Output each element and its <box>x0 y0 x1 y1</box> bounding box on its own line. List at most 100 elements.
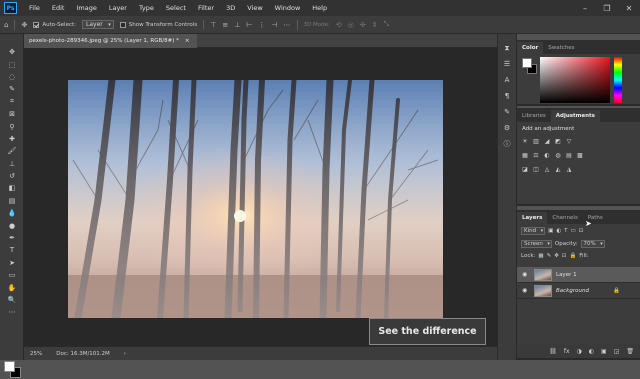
menu-select[interactable]: Select <box>160 4 192 12</box>
lock-pixels-icon[interactable]: ✎ <box>547 253 552 259</box>
auto-select-checkbox[interactable] <box>33 21 40 28</box>
close-button[interactable]: ✕ <box>618 4 640 13</box>
transform-controls-checkbox[interactable] <box>119 21 126 28</box>
brush-tool-icon[interactable]: 🖌 <box>0 145 24 157</box>
eyedropper-tool-icon[interactable]: ⚲ <box>0 120 24 132</box>
layer-name[interactable]: Layer 1 <box>556 272 577 278</box>
blur-tool-icon[interactable]: 💧 <box>0 207 24 219</box>
menu-file[interactable]: File <box>23 4 46 12</box>
menu-edit[interactable]: Edit <box>46 4 71 12</box>
3d-drag-icon[interactable]: ✣ <box>360 21 366 29</box>
auto-select-target-dropdown[interactable]: Layer <box>82 20 114 29</box>
new-layer-icon[interactable]: ◲ <box>614 348 620 355</box>
filter-type-icon[interactable]: T <box>564 228 567 234</box>
dodge-tool-icon[interactable]: ● <box>0 219 24 231</box>
delete-layer-icon[interactable]: 🗑 <box>626 348 634 355</box>
invert-icon[interactable]: ◪ <box>521 166 529 174</box>
history-brush-tool-icon[interactable]: ↺ <box>0 170 24 182</box>
move-tool-icon[interactable]: ✥ <box>0 46 24 58</box>
align-middle-icon[interactable]: ≡ <box>222 21 228 29</box>
filter-adjustment-icon[interactable]: ◐ <box>556 228 561 234</box>
zoom-tool-icon[interactable]: 🔍 <box>0 294 24 306</box>
filter-shape-icon[interactable]: ▭ <box>571 228 576 234</box>
path-selection-tool-icon[interactable]: ➤ <box>0 257 24 269</box>
crop-tool-icon[interactable]: ⌗ <box>0 96 24 108</box>
clone-stamp-tool-icon[interactable]: ⊥ <box>0 158 24 170</box>
rectangle-tool-icon[interactable]: ▭ <box>0 269 24 281</box>
hue-slider[interactable] <box>614 57 622 103</box>
gradient-tool-icon[interactable]: ▤ <box>0 195 24 207</box>
levels-icon[interactable]: ▥ <box>532 138 540 146</box>
document-tab[interactable]: pexels-photo-289346.jpeg @ 25% (Layer 1,… <box>24 34 198 48</box>
3d-scale-icon[interactable]: ⤡ <box>384 20 390 29</box>
black-white-icon[interactable]: ◐ <box>543 152 551 160</box>
color-swatches[interactable] <box>4 361 22 379</box>
align-right-icon[interactable]: ⊣ <box>271 21 277 29</box>
link-layers-icon[interactable]: ⛓ <box>549 348 557 355</box>
character-panel-icon[interactable]: A <box>498 72 516 88</box>
photo-filter-icon[interactable]: ◍ <box>554 152 562 160</box>
layer-name[interactable]: Background <box>556 288 589 294</box>
move-tool-icon[interactable]: ✥ <box>21 21 27 29</box>
visibility-eye-icon[interactable]: ◉ <box>522 271 530 278</box>
auto-select-option[interactable]: Auto-Select: <box>33 21 76 28</box>
align-bottom-icon[interactable]: ⊥ <box>234 21 240 29</box>
3d-slide-icon[interactable]: ⇕ <box>372 21 378 29</box>
paragraph-panel-icon[interactable]: ¶ <box>498 88 516 104</box>
hand-tool-icon[interactable]: ✋ <box>0 281 24 293</box>
menu-view[interactable]: View <box>241 4 268 12</box>
posterize-icon[interactable]: ◫ <box>532 166 540 174</box>
healing-brush-tool-icon[interactable]: ✚ <box>0 133 24 145</box>
color-balance-icon[interactable]: ⚖ <box>532 152 540 160</box>
menu-window[interactable]: Window <box>269 4 307 12</box>
glyphs-panel-icon[interactable]: ⚙ <box>498 120 516 136</box>
add-mask-icon[interactable]: ◑ <box>577 348 582 355</box>
properties-panel-icon[interactable]: ☰ <box>498 56 516 72</box>
tab-layers[interactable]: Layers <box>517 212 548 224</box>
menu-3d[interactable]: 3D <box>220 4 241 12</box>
lock-all-icon[interactable]: 🔒 <box>569 253 576 259</box>
brightness-contrast-icon[interactable]: ☀ <box>521 138 529 146</box>
new-adjustment-layer-icon[interactable]: ◐ <box>589 348 594 355</box>
more-tools-icon[interactable]: ⋯ <box>0 306 24 318</box>
new-group-icon[interactable]: ▣ <box>601 348 607 355</box>
type-tool-icon[interactable]: T <box>0 244 24 256</box>
close-tab-icon[interactable]: × <box>185 38 190 44</box>
lock-artboard-icon[interactable]: ⊡ <box>562 253 567 259</box>
brush-settings-panel-icon[interactable]: ✎ <box>498 104 516 120</box>
selective-color-icon[interactable]: ◮ <box>565 166 573 174</box>
document-size-info[interactable]: Doc: 16.3M/101.2M <box>56 351 110 357</box>
distribute-icon[interactable]: ⋯ <box>284 21 291 29</box>
layer-row-layer-1[interactable]: ◉ Layer 1 <box>517 267 640 283</box>
gradient-map-icon[interactable]: ◭ <box>554 166 562 174</box>
status-menu-chevron-icon[interactable]: › <box>124 351 126 357</box>
marquee-tool-icon[interactable]: ⬚ <box>0 58 24 70</box>
menu-help[interactable]: Help <box>306 4 333 12</box>
blend-mode-dropdown[interactable]: Screen <box>521 240 552 248</box>
threshold-icon[interactable]: ◬ <box>543 166 551 174</box>
filter-pixel-icon[interactable]: ▣ <box>548 228 553 234</box>
foreground-color-swatch[interactable] <box>4 361 15 372</box>
eraser-tool-icon[interactable]: ◧ <box>0 182 24 194</box>
3d-roll-icon[interactable]: ◎ <box>348 21 354 29</box>
tab-color[interactable]: Color <box>517 42 544 54</box>
menu-layer[interactable]: Layer <box>103 4 133 12</box>
lock-transparency-icon[interactable]: ▦ <box>538 253 543 259</box>
hue-saturation-icon[interactable]: ▦ <box>521 152 529 160</box>
tab-channels[interactable]: Channels <box>547 212 582 224</box>
zoom-level[interactable]: 25% <box>30 351 42 357</box>
align-top-icon[interactable]: ⊤ <box>210 21 216 29</box>
align-left-icon[interactable]: ⊢ <box>246 21 252 29</box>
opacity-input[interactable]: 70% <box>580 240 605 248</box>
home-icon[interactable]: ⌂ <box>4 21 8 29</box>
color-lookup-icon[interactable]: ▩ <box>576 152 584 160</box>
visibility-eye-icon[interactable]: ◉ <box>522 287 530 294</box>
tab-adjustments[interactable]: Adjustments <box>550 110 600 122</box>
layer-style-icon[interactable]: fx <box>564 348 570 355</box>
quick-select-tool-icon[interactable]: ✎ <box>0 83 24 95</box>
lasso-tool-icon[interactable]: ◌ <box>0 71 24 83</box>
kind-filter-dropdown[interactable]: Kind <box>521 227 546 235</box>
minimize-button[interactable]: – <box>574 4 596 13</box>
vibrance-icon[interactable]: ▽ <box>565 138 573 146</box>
frame-tool-icon[interactable]: ⊠ <box>0 108 24 120</box>
